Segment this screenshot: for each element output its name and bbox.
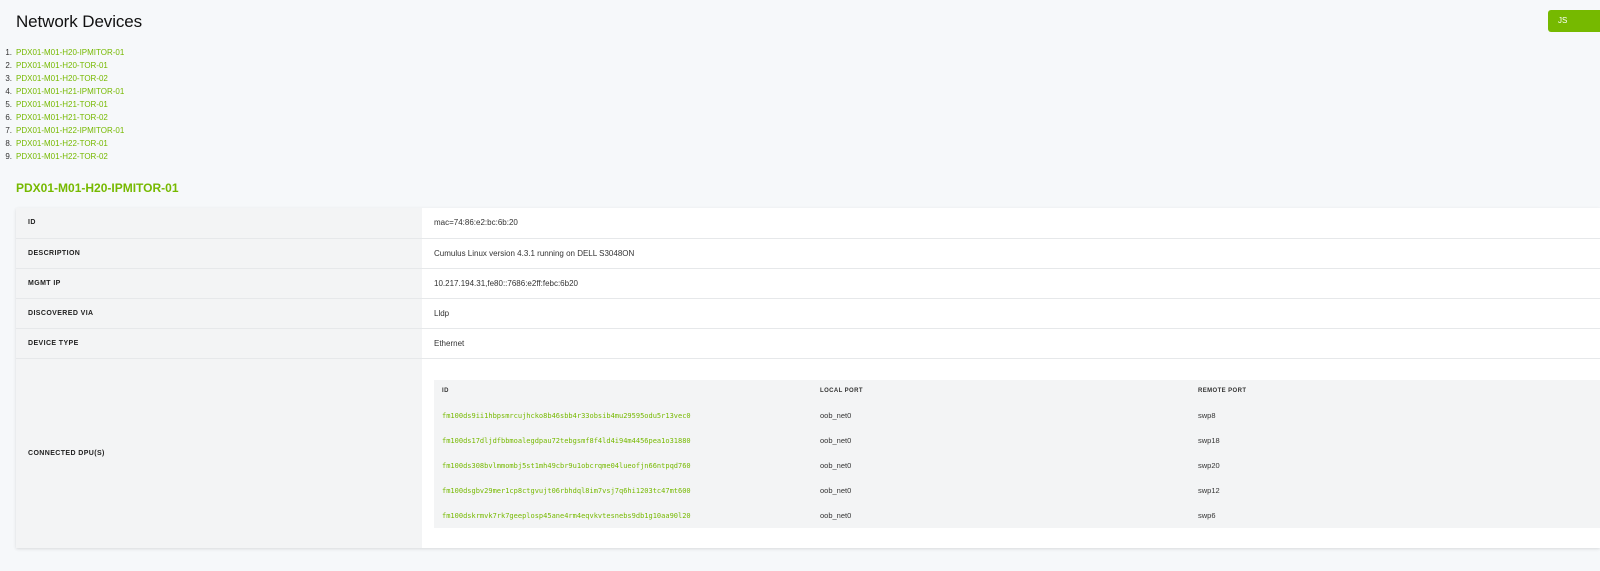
- local-port-cell: oob_net0: [820, 510, 852, 520]
- list-number: 5.: [5, 100, 12, 109]
- local-port-cell: oob_net0: [820, 435, 852, 445]
- device-link[interactable]: PDX01-M01-H21-TOR-02: [16, 111, 108, 124]
- field-label: DEVICE TYPE: [16, 328, 422, 359]
- list-item: 9. PDX01-M01-H22-TOR-02: [0, 150, 124, 163]
- list-number: 7.: [5, 126, 12, 135]
- field-label: ID: [16, 208, 422, 239]
- list-item: 5. PDX01-M01-H21-TOR-01: [0, 98, 124, 111]
- list-number: 9.: [5, 152, 12, 161]
- field-value: mac=74:86:e2:bc:6b:20: [422, 208, 1600, 239]
- device-link[interactable]: PDX01-M01-H20-TOR-02: [16, 72, 108, 85]
- detail-row-description: DESCRIPTION Cumulus Linux version 4.3.1 …: [16, 238, 1600, 269]
- remote-port-cell: swp8: [1198, 410, 1216, 420]
- field-label: DESCRIPTION: [16, 238, 422, 269]
- detail-row-device-type: DEVICE TYPE Ethernet: [16, 328, 1600, 359]
- detail-row-id: ID mac=74:86:e2:bc:6b:20: [16, 208, 1600, 239]
- remote-port-cell: swp12: [1198, 485, 1220, 495]
- detail-row-discovered-via: DISCOVERED VIA Lldp: [16, 298, 1600, 329]
- device-link[interactable]: PDX01-M01-H22-TOR-02: [16, 150, 108, 163]
- dpu-id-link[interactable]: fm100ds308bvlmmombj5st1mh49cbr9u1obcrqme…: [442, 462, 691, 470]
- table-row: fm100dsgbv29mer1cp8ctgvujt06rbhdql8im7vs…: [434, 478, 1600, 503]
- list-item: 6. PDX01-M01-H21-TOR-02: [0, 111, 124, 124]
- device-detail-table: ID mac=74:86:e2:bc:6b:20 DESCRIPTION Cum…: [16, 208, 1600, 548]
- field-label: DISCOVERED VIA: [16, 298, 422, 329]
- dpu-id-link[interactable]: fm100dsgbv29mer1cp8ctgvujt06rbhdql8im7vs…: [442, 487, 691, 495]
- device-link[interactable]: PDX01-M01-H22-TOR-01: [16, 137, 108, 150]
- column-header-local-port: LOCAL PORT: [812, 379, 1190, 403]
- field-value: 10.217.194.31,fe80::7686:e2ff:febc:6b20: [422, 268, 1600, 299]
- detail-row-connected-dpus: CONNECTED DPU(S) ID LOCAL PORT REMOTE PO…: [16, 358, 1600, 548]
- device-section-title: PDX01-M01-H20-IPMITOR-01: [16, 181, 179, 195]
- list-item: 7. PDX01-M01-H22-IPMITOR-01: [0, 124, 124, 137]
- remote-port-cell: swp18: [1198, 435, 1220, 445]
- column-header-id: ID: [434, 379, 812, 403]
- field-value: ID LOCAL PORT REMOTE PORT fm100ds9ii1hbp…: [422, 358, 1600, 548]
- dpu-id-link[interactable]: fm100ds17dljdfbbmoalegdpau72tebgsmf8f4ld…: [442, 437, 691, 445]
- list-number: 1.: [5, 48, 12, 57]
- device-link[interactable]: PDX01-M01-H20-TOR-01: [16, 59, 108, 72]
- device-link[interactable]: PDX01-M01-H20-IPMITOR-01: [16, 46, 124, 59]
- list-number: 3.: [5, 74, 12, 83]
- list-number: 8.: [5, 139, 12, 148]
- local-port-cell: oob_net0: [820, 485, 852, 495]
- table-row: fm100ds9ii1hbpsmrcujhcko8b46sbb4r33obsib…: [434, 403, 1600, 428]
- field-label: CONNECTED DPU(S): [16, 358, 422, 548]
- device-link[interactable]: PDX01-M01-H21-TOR-01: [16, 98, 108, 111]
- json-button[interactable]: JS: [1548, 10, 1600, 32]
- dpu-id-link[interactable]: fm100ds9ii1hbpsmrcujhcko8b46sbb4r33obsib…: [442, 412, 691, 420]
- device-link[interactable]: PDX01-M01-H21-IPMITOR-01: [16, 85, 124, 98]
- column-header-remote-port: REMOTE PORT: [1190, 379, 1600, 403]
- table-row: fm100ds308bvlmmombj5st1mh49cbr9u1obcrqme…: [434, 453, 1600, 478]
- list-item: 1. PDX01-M01-H20-IPMITOR-01: [0, 46, 124, 59]
- local-port-cell: oob_net0: [820, 410, 852, 420]
- list-number: 2.: [5, 61, 12, 70]
- list-number: 6.: [5, 113, 12, 122]
- list-number: 4.: [5, 87, 12, 96]
- field-value: Ethernet: [422, 328, 1600, 359]
- field-value: Cumulus Linux version 4.3.1 running on D…: [422, 238, 1600, 269]
- remote-port-cell: swp6: [1198, 510, 1216, 520]
- list-item: 8. PDX01-M01-H22-TOR-01: [0, 137, 124, 150]
- device-list: 1. PDX01-M01-H20-IPMITOR-01 2. PDX01-M01-H…: [0, 46, 124, 163]
- page-title: Network Devices: [16, 12, 143, 31]
- dpu-table: ID LOCAL PORT REMOTE PORT fm100ds9ii1hbp…: [434, 379, 1600, 528]
- table-row: fm100dskrmvk7rk7geeplosp45ane4rm4eqvkvte…: [434, 503, 1600, 528]
- device-link[interactable]: PDX01-M01-H22-IPMITOR-01: [16, 124, 124, 137]
- field-label: MGMT IP: [16, 268, 422, 299]
- detail-row-mgmt-ip: MGMT IP 10.217.194.31,fe80::7686:e2ff:fe…: [16, 268, 1600, 299]
- dpu-table-header: ID LOCAL PORT REMOTE PORT: [434, 379, 1600, 403]
- dpu-id-link[interactable]: fm100dskrmvk7rk7geeplosp45ane4rm4eqvkvte…: [442, 512, 691, 520]
- table-row: fm100ds17dljdfbbmoalegdpau72tebgsmf8f4ld…: [434, 428, 1600, 453]
- field-value: Lldp: [422, 298, 1600, 329]
- remote-port-cell: swp20: [1198, 460, 1220, 470]
- local-port-cell: oob_net0: [820, 460, 852, 470]
- list-item: 4. PDX01-M01-H21-IPMITOR-01: [0, 85, 124, 98]
- list-item: 3. PDX01-M01-H20-TOR-02: [0, 72, 124, 85]
- list-item: 2. PDX01-M01-H20-TOR-01: [0, 59, 124, 72]
